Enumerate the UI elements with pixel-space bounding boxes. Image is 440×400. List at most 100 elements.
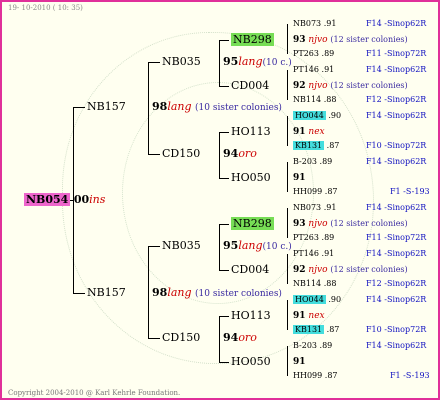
gen4-node-2[interactable]: PT263 .89 [293, 49, 334, 58]
gen3-race: njvo [308, 219, 328, 229]
gen4-node-7[interactable]: B-203 .89 [293, 157, 332, 166]
connector-gen3-b2 [219, 178, 229, 179]
connector-gen2-a2 [148, 154, 160, 155]
gen2-node-3[interactable]: NB035 [162, 239, 201, 252]
gen4-year: .90 [328, 295, 342, 304]
gen2-code[interactable]: CD150 [162, 147, 200, 160]
gen3-code[interactable]: NB298 [231, 217, 274, 230]
gen3-code[interactable]: CD004 [231, 263, 269, 276]
gen2-node-2[interactable]: CD150 [162, 147, 200, 160]
gen4-year: .87 [326, 325, 340, 334]
gen3-race: njvo [308, 265, 328, 275]
gen2-code[interactable]: CD150 [162, 331, 200, 344]
gen4-node-9[interactable]: NB073 .91 [293, 203, 336, 212]
gen1-code[interactable]: NB157 [87, 286, 126, 299]
connector-gen2-b2 [148, 338, 160, 339]
gen4-info-6: F10 -Sinop72R [366, 141, 427, 150]
gen4-node-13[interactable]: HO044 .90 [293, 295, 341, 304]
gen3-year: 92 [293, 81, 306, 91]
gen4-code[interactable]: HO044 [293, 111, 326, 120]
gen3-node-3[interactable]: HO113 [231, 125, 271, 138]
gen4-code[interactable]: PT263 [293, 49, 319, 58]
gen2-race: lang [238, 55, 263, 68]
gen4-code[interactable]: B-203 [293, 341, 317, 350]
gen4-node-12[interactable]: NB114 .88 [293, 279, 336, 288]
gen3-node-7[interactable]: HO113 [231, 309, 271, 322]
gen2-note: (10 c.) [262, 58, 292, 68]
gen3-code[interactable]: HO050 [231, 171, 271, 184]
gen4-year: .89 [319, 157, 333, 166]
connector-gen1-bottom [73, 293, 85, 294]
gen3-node-8[interactable]: HO050 [231, 355, 271, 368]
gen4-node-16[interactable]: HH099 .87 [293, 371, 338, 380]
root-node[interactable]: NB054 00ins [24, 193, 105, 206]
connector-gen4-5 [287, 208, 288, 238]
gen4-year: .91 [321, 249, 335, 258]
gen1-code[interactable]: NB157 [87, 100, 126, 113]
gen4-node-4[interactable]: NB114 .88 [293, 95, 336, 104]
gen4-node-11[interactable]: PT146 .91 [293, 249, 334, 258]
root-code[interactable]: NB054 [24, 193, 71, 206]
connector-gen4-1 [287, 24, 288, 54]
gen4-year: .91 [323, 203, 337, 212]
gen1-node-2[interactable]: NB157 [87, 286, 126, 299]
gen3-race: njvo [308, 35, 328, 45]
gen4-code[interactable]: B-203 [293, 157, 317, 166]
gen4-node-10[interactable]: PT263 .89 [293, 233, 334, 242]
gen4-node-5[interactable]: HO044 .90 [293, 111, 341, 120]
gen4-code[interactable]: KB131 [293, 141, 325, 150]
gen4-node-1[interactable]: NB073 .91 [293, 19, 336, 28]
gen3-node-2[interactable]: CD004 [231, 79, 269, 92]
connector-gen3-a1 [219, 40, 229, 41]
gen3-note: (12 sister colonies) [330, 81, 408, 90]
gen3-code[interactable]: NB298 [231, 33, 274, 46]
gen3-code[interactable]: HO113 [231, 309, 271, 322]
gen2-note: (10 c.) [262, 242, 292, 252]
gen4-info-4: F12 -Sinop62R [366, 95, 427, 104]
gen4-code[interactable]: NB114 [293, 279, 321, 288]
gen1-queen-1: 98lang (10 sister colonies) [152, 100, 282, 113]
gen3-year: 93 [293, 35, 306, 45]
gen2-queen-1: 95lang(10 c.) [223, 55, 292, 68]
gen4-code[interactable]: NB073 [293, 19, 321, 28]
gen1-node-1[interactable]: NB157 [87, 100, 126, 113]
gen4-code[interactable]: PT146 [293, 249, 319, 258]
gen2-node-4[interactable]: CD150 [162, 331, 200, 344]
gen3-code[interactable]: HO113 [231, 125, 271, 138]
gen3-node-1[interactable]: NB298 [231, 33, 274, 46]
gen2-code[interactable]: NB035 [162, 55, 201, 68]
gen3-code[interactable]: HO050 [231, 355, 271, 368]
gen4-info-11: F14 -Sinop62R [366, 249, 427, 258]
gen4-node-6[interactable]: KB131 .87 [293, 141, 339, 150]
gen2-code[interactable]: NB035 [162, 239, 201, 252]
gen4-code[interactable]: PT146 [293, 65, 319, 74]
gen3-queen-3: 91 nex [293, 127, 325, 137]
gen2-queen-4: 94oro [223, 331, 257, 344]
gen1-race: lang [167, 100, 192, 113]
gen4-info-14: F10 -Sinop72R [366, 325, 427, 334]
gen4-code[interactable]: NB114 [293, 95, 321, 104]
connector-gen4-7 [287, 300, 288, 330]
gen4-code[interactable]: PT263 [293, 233, 319, 242]
gen4-node-8[interactable]: HH099 .87 [293, 187, 338, 196]
gen1-note: (10 sister colonies) [195, 289, 282, 299]
gen2-node-1[interactable]: NB035 [162, 55, 201, 68]
gen3-year: 91 [293, 311, 306, 321]
root-race: ins [89, 193, 106, 206]
gen3-year: 93 [293, 219, 306, 229]
gen4-code[interactable]: NB073 [293, 203, 321, 212]
gen4-node-15[interactable]: B-203 .89 [293, 341, 332, 350]
gen4-node-14[interactable]: KB131 .87 [293, 325, 339, 334]
gen4-code[interactable]: KB131 [293, 325, 325, 334]
gen4-node-3[interactable]: PT146 .91 [293, 65, 334, 74]
gen4-code[interactable]: HH099 [293, 187, 322, 196]
gen3-node-5[interactable]: NB298 [231, 217, 274, 230]
gen3-node-6[interactable]: CD004 [231, 263, 269, 276]
gen4-code[interactable]: HH099 [293, 371, 322, 380]
gen3-code[interactable]: CD004 [231, 79, 269, 92]
gen4-year: .87 [324, 187, 338, 196]
gen4-code[interactable]: HO044 [293, 295, 326, 304]
connector-gen4-3 [287, 116, 288, 146]
gen3-queen-6: 92 njvo (12 sister colonies) [293, 265, 408, 275]
gen3-node-4[interactable]: HO050 [231, 171, 271, 184]
